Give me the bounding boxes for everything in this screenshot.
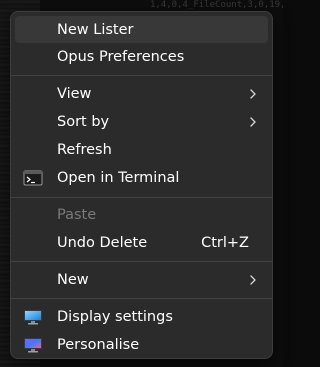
menu-item-label: New Lister	[57, 21, 134, 38]
chevron-right-icon	[250, 116, 256, 127]
personalise-monitor-icon	[24, 337, 42, 352]
display-monitor-icon	[24, 309, 42, 324]
menu-item-label: Personalise	[57, 336, 140, 353]
menu-item-opus-preferences[interactable]: Opus Preferences	[15, 43, 268, 70]
menu-item-label: Paste	[57, 206, 97, 223]
chevron-right-icon	[250, 274, 256, 285]
menu-item-label: Sort by	[57, 113, 110, 130]
shortcut-label: Ctrl+Z	[201, 234, 249, 251]
menu-item-label: Refresh	[57, 141, 112, 158]
menu-item-new[interactable]: New	[15, 266, 268, 293]
menu-item-label: Open in Terminal	[57, 169, 180, 186]
menu-item-new-lister[interactable]: New Lister	[15, 16, 268, 43]
menu-item-sort-by[interactable]: Sort by	[15, 108, 268, 135]
menu-item-refresh[interactable]: Refresh	[15, 136, 268, 163]
menu-separator	[11, 75, 272, 76]
terminal-icon	[23, 170, 43, 185]
menu-item-label: New	[57, 271, 89, 288]
menu-item-open-in-terminal[interactable]: Open in Terminal	[15, 164, 268, 191]
menu-item-view[interactable]: View	[15, 80, 268, 107]
menu-item-personalise[interactable]: Personalise	[15, 331, 268, 358]
menu-item-display-settings[interactable]: Display settings	[15, 303, 268, 330]
menu-item-label: Undo Delete	[57, 234, 148, 251]
menu-item-label: Opus Preferences	[57, 48, 185, 65]
menu-separator	[11, 261, 272, 262]
menu-item-paste[interactable]: Paste	[15, 201, 268, 228]
background-text: 1,4,0,4_FileCount,3,0,19, //S_CHAIN2	[150, 0, 283, 10]
menu-separator	[11, 197, 272, 198]
menu-item-label: Display settings	[57, 308, 173, 325]
menu-separator	[11, 298, 272, 299]
chevron-right-icon	[250, 88, 256, 99]
context-menu: New Lister Opus Preferences View Sort by…	[10, 11, 273, 359]
menu-item-label: View	[57, 85, 92, 102]
menu-item-undo-delete[interactable]: Undo Delete Ctrl+Z	[15, 229, 268, 256]
